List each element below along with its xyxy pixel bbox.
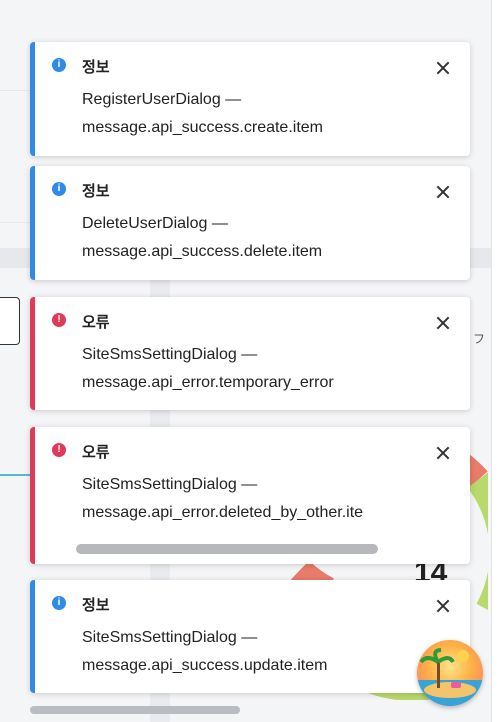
bg-divider (0, 90, 30, 91)
palm-tree-icon (417, 648, 483, 706)
toast-accent-bar (30, 297, 35, 410)
toast-title: 정보 (82, 597, 110, 614)
toast-source: RegisterUserDialog — (82, 91, 242, 108)
bg-divider (0, 222, 30, 223)
toast-message: message.api_error.deleted_by_other.ite (82, 504, 364, 521)
alert-icon: ! (52, 443, 66, 457)
info-icon: i (52, 596, 66, 610)
toast-info: i 정보 RegisterUserDialog — message.api_su… (30, 42, 470, 156)
toast-message: message.api_success.create.item (82, 119, 323, 136)
toast-body: SiteSmsSettingDialog — message.api_succe… (82, 624, 327, 680)
toast-info: i 정보 DeleteUserDialog — message.api_succ… (30, 166, 470, 280)
toast-title: 정보 (82, 183, 110, 200)
toast-accent-bar (30, 42, 35, 156)
page-horizontal-scrollbar[interactable] (30, 706, 240, 714)
close-icon[interactable] (436, 185, 450, 199)
toast-source: SiteSmsSettingDialog — (82, 629, 258, 646)
close-icon[interactable] (436, 61, 450, 75)
info-icon: i (52, 182, 66, 196)
toast-horizontal-scrollbar[interactable] (76, 544, 378, 554)
toast-source: SiteSmsSettingDialog — (82, 346, 258, 363)
toast-title: 정보 (82, 59, 110, 76)
bg-chart-line (0, 474, 30, 476)
close-icon[interactable] (436, 599, 450, 613)
toast-body: SiteSmsSettingDialog — message.api_error… (82, 341, 334, 397)
toast-source: SiteSmsSettingDialog — (82, 476, 258, 493)
toast-info: i 정보 SiteSmsSettingDialog — message.api_… (30, 580, 470, 693)
toast-message: message.api_success.delete.item (82, 243, 323, 260)
toast-source: DeleteUserDialog — (82, 215, 228, 232)
toast-body: RegisterUserDialog — message.api_success… (82, 86, 323, 142)
toast-error: ! 오류 SiteSmsSettingDialog — message.api_… (30, 297, 470, 410)
bg-edge-text: フ (473, 332, 486, 346)
info-icon: i (52, 58, 66, 72)
bg-scroll-track (491, 0, 500, 722)
alert-icon: ! (52, 313, 66, 327)
bg-input-field[interactable] (0, 297, 20, 345)
toast-body: SiteSmsSettingDialog — message.api_error… (82, 471, 363, 527)
close-icon[interactable] (436, 446, 450, 460)
toast-accent-bar (30, 580, 35, 693)
toast-accent-bar (30, 166, 35, 280)
toast-message: message.api_success.update.item (82, 657, 328, 674)
close-icon[interactable] (436, 316, 450, 330)
toast-body: DeleteUserDialog — message.api_success.d… (82, 210, 322, 266)
toast-accent-bar (30, 427, 35, 564)
toast-error: ! 오류 SiteSmsSettingDialog — message.api_… (30, 427, 470, 564)
toast-message: message.api_error.temporary_error (82, 374, 334, 391)
toast-title: 오류 (82, 314, 110, 331)
beach-avatar[interactable] (417, 640, 483, 706)
toast-title: 오류 (82, 444, 110, 461)
